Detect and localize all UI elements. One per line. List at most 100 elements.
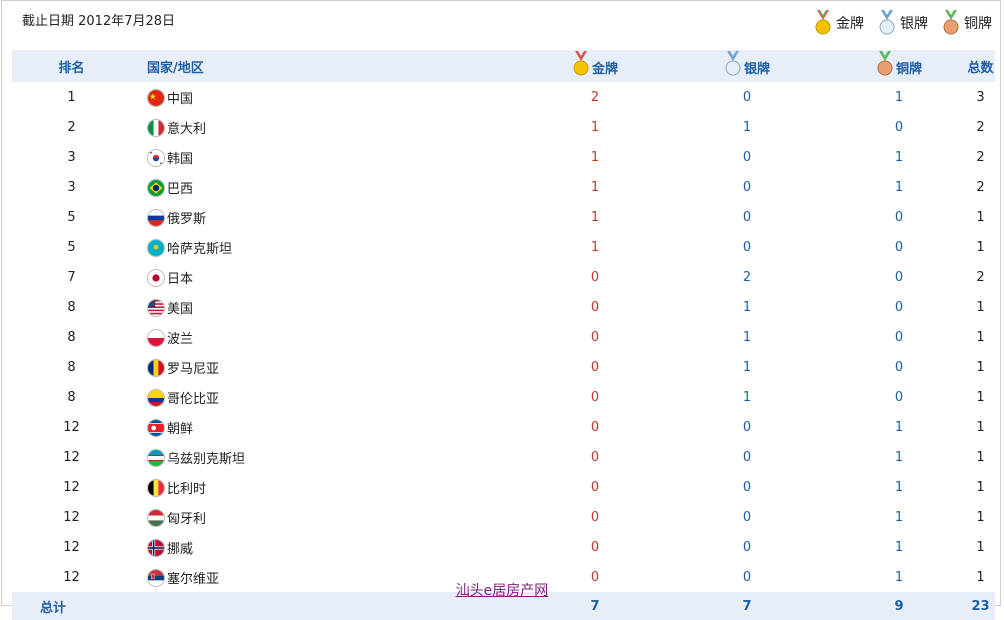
country-cell: 比利时 (131, 472, 528, 502)
total-count: 1 (976, 209, 985, 225)
japan-flag-icon (147, 268, 165, 287)
header-gold: 金牌 (528, 50, 662, 82)
country-cell: 俄罗斯 (131, 202, 528, 232)
total-count: 2 (976, 119, 985, 135)
legend-gold: 金牌 (814, 9, 864, 36)
country-name: 韩国 (167, 151, 194, 167)
rank-cell: 12 (63, 539, 80, 555)
rank-cell: 5 (67, 239, 76, 255)
table-row: 8 罗马尼亚 0 1 0 1 (12, 352, 995, 382)
country-name: 罗马尼亚 (167, 361, 220, 377)
bronze-count: 0 (894, 209, 904, 225)
gold-count: 1 (590, 209, 600, 225)
total-count: 1 (976, 539, 985, 555)
rank-cell: 12 (63, 509, 80, 525)
gold-count: 1 (590, 149, 600, 165)
country-name: 匈牙利 (167, 511, 207, 527)
colombia-flag-icon (147, 388, 165, 407)
silver-count: 0 (742, 449, 752, 465)
cutoff-date: 截止日期 2012年7月28日 (22, 14, 176, 29)
gold-count: 0 (590, 479, 600, 495)
header-bronze: 铜牌 (832, 50, 966, 82)
total-count: 1 (976, 449, 985, 465)
legend-gold-label: 金牌 (836, 16, 864, 32)
rank-cell: 12 (63, 419, 80, 435)
header-gold-label: 金牌 (591, 62, 618, 77)
total-count: 1 (976, 419, 985, 435)
gold-count: 1 (590, 239, 600, 255)
table-row: 12 乌兹别克斯坦 0 0 1 1 (12, 442, 995, 472)
poland-flag-icon (147, 328, 165, 347)
bronze-medal-icon (942, 10, 960, 36)
silver-count: 0 (742, 209, 752, 225)
table-row: 7 日本 0 2 0 2 (12, 262, 995, 292)
china-flag-icon (147, 88, 165, 107)
silver-count: 0 (742, 179, 752, 195)
brazil-flag-icon (147, 178, 165, 197)
table-row: 3 巴西 1 0 1 2 (12, 172, 995, 202)
table-header-row: 排名 国家/地区 金牌 银牌 铜牌 总数 (12, 50, 995, 82)
gold-count: 0 (590, 359, 600, 375)
gold-medal-icon (572, 51, 590, 77)
silver-count: 0 (742, 539, 752, 555)
legend-silver: 银牌 (878, 10, 928, 36)
silver-count: 0 (742, 89, 752, 105)
rank-cell: 8 (67, 389, 76, 405)
total-count: 3 (976, 89, 985, 105)
country-name: 俄罗斯 (167, 211, 207, 227)
legend-bronze: 铜牌 (942, 10, 992, 36)
bronze-count: 1 (894, 539, 904, 555)
country-cell: 匈牙利 (131, 502, 528, 532)
total-count: 1 (976, 299, 985, 315)
country-cell: 韩国 (131, 142, 528, 172)
rank-cell: 8 (67, 329, 76, 345)
country-cell: 中国 (131, 82, 528, 112)
silver-count: 2 (742, 269, 752, 285)
medal-table: 排名 国家/地区 金牌 银牌 铜牌 总数 1 中国 2 0 1 3 2 意大利 1 1 0 2 3 韩国 1… (12, 50, 995, 620)
bronze-count: 0 (894, 359, 904, 375)
total-count: 1 (976, 359, 985, 375)
total-count: 2 (976, 179, 985, 195)
gold-count: 0 (590, 389, 600, 405)
romania-flag-icon (147, 358, 165, 377)
rank-cell: 3 (67, 149, 76, 165)
country-cell: 乌兹别克斯坦 (131, 442, 528, 472)
footer: 汕头e居房产网 (0, 580, 1004, 600)
header-silver: 银牌 (662, 50, 832, 82)
bronze-medal-icon (876, 51, 894, 77)
silver-count: 1 (742, 119, 752, 135)
silver-medal-icon (724, 51, 742, 77)
header-country: 国家/地区 (131, 50, 528, 82)
country-cell: 意大利 (131, 112, 528, 142)
country-cell: 日本 (131, 262, 528, 292)
silver-count: 0 (742, 239, 752, 255)
table-row: 3 韩国 1 0 1 2 (12, 142, 995, 172)
country-cell: 波兰 (131, 322, 528, 352)
italy-flag-icon (147, 118, 165, 137)
total-count: 1 (976, 479, 985, 495)
country-name: 哥伦比亚 (167, 391, 220, 407)
country-name: 挪威 (167, 541, 194, 557)
gold-count: 0 (590, 449, 600, 465)
site-link[interactable]: 汕头e居房产网 (456, 583, 549, 599)
gold-count: 0 (590, 509, 600, 525)
country-cell: 哥伦比亚 (131, 382, 528, 412)
silver-count: 0 (742, 509, 752, 525)
norway-flag-icon (147, 538, 165, 557)
table-row: 2 意大利 1 1 0 2 (12, 112, 995, 142)
silver-medal-icon (878, 10, 896, 36)
kazakhstan-flag-icon (147, 238, 165, 257)
legend-silver-label: 银牌 (900, 16, 928, 32)
country-name: 比利时 (167, 481, 207, 497)
header-bronze-label: 铜牌 (895, 62, 922, 77)
legend-bronze-label: 铜牌 (964, 16, 992, 32)
gold-count: 1 (590, 119, 600, 135)
silver-count: 1 (742, 389, 752, 405)
gold-count: 0 (590, 419, 600, 435)
gold-medal-icon (814, 9, 832, 36)
medal-table-body: 1 中国 2 0 1 3 2 意大利 1 1 0 2 3 韩国 1 0 1 2 3 巴西 1 0 1 2 5 俄罗斯 1 0 0 1 5 哈萨… (12, 82, 995, 592)
header-rank: 排名 (12, 50, 131, 82)
gold-count: 0 (590, 539, 600, 555)
table-row: 8 美国 0 1 0 1 (12, 292, 995, 322)
rank-cell: 2 (67, 119, 76, 135)
